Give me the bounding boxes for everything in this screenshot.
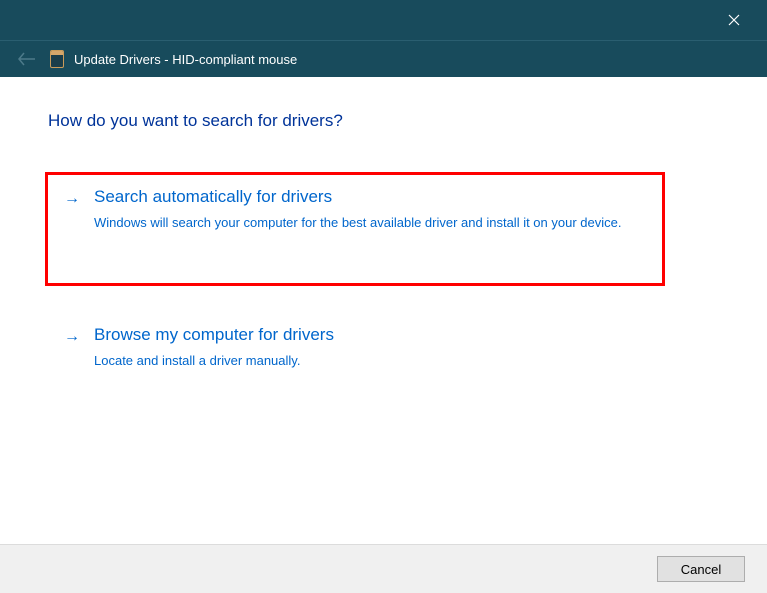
- cancel-button[interactable]: Cancel: [657, 556, 745, 582]
- option-search-automatically[interactable]: → Search automatically for drivers Windo…: [46, 173, 664, 285]
- option-title: Browse my computer for drivers: [94, 325, 707, 345]
- option-description: Locate and install a driver manually.: [94, 351, 654, 371]
- option-title: Search automatically for drivers: [94, 187, 652, 207]
- close-icon: [728, 14, 740, 26]
- back-button[interactable]: [18, 52, 36, 66]
- close-button[interactable]: [711, 0, 757, 40]
- header-bar: Update Drivers - HID-compliant mouse: [0, 40, 767, 77]
- arrow-icon: →: [64, 325, 80, 349]
- content-area: How do you want to search for drivers? →…: [0, 77, 767, 390]
- option-body: Search automatically for drivers Windows…: [94, 187, 652, 233]
- footer: Cancel: [0, 544, 767, 593]
- option-browse-computer[interactable]: → Browse my computer for drivers Locate …: [48, 311, 719, 391]
- page-heading: How do you want to search for drivers?: [48, 111, 719, 131]
- titlebar: [0, 0, 767, 40]
- back-arrow-icon: [18, 52, 36, 66]
- option-body: Browse my computer for drivers Locate an…: [94, 325, 707, 371]
- arrow-icon: →: [64, 187, 80, 211]
- header-title: Update Drivers - HID-compliant mouse: [74, 52, 297, 67]
- option-description: Windows will search your computer for th…: [94, 213, 652, 233]
- device-icon: [50, 50, 64, 68]
